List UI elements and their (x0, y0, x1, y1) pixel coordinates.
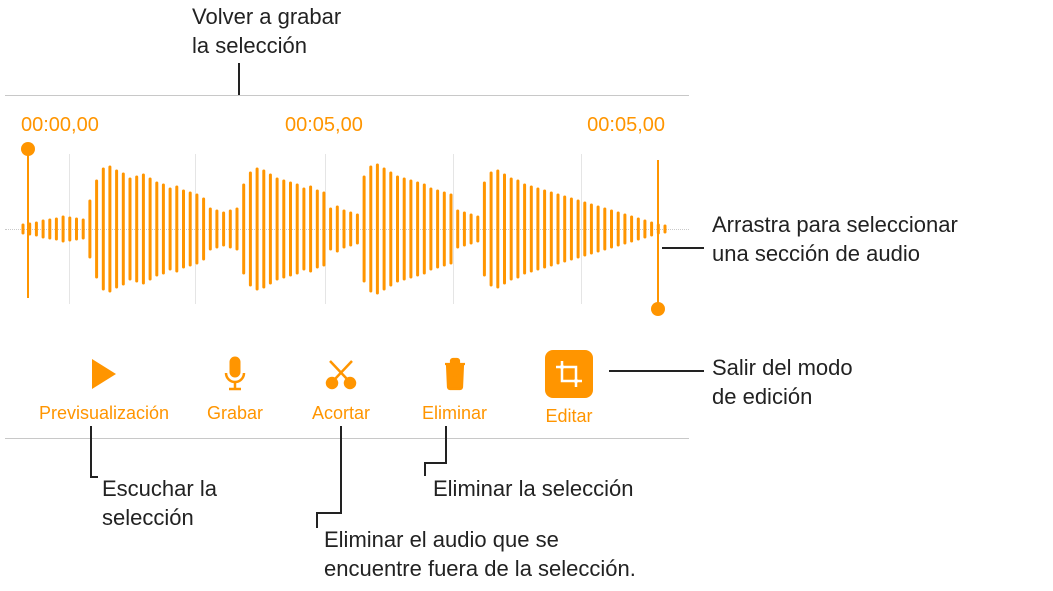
timecode-start: 00:00,00 (21, 114, 99, 137)
trim-label: Acortar (312, 403, 370, 424)
selection-start-dot[interactable] (21, 142, 35, 156)
timecode-row: 00:00,00 00:05,00 00:05,00 (5, 114, 689, 142)
callout-trim-outside: Eliminar el audio que se encuentre fuera… (324, 526, 636, 583)
diagram-canvas: Volver a grabar la selección 00:00,00 00… (0, 0, 1053, 591)
callout-listen: Escuchar la selección (102, 475, 217, 532)
timecode-mid: 00:05,00 (285, 114, 363, 137)
delete-button[interactable]: Eliminar (395, 353, 514, 424)
callout-drag: Arrastra para seleccionar una sección de… (712, 211, 958, 268)
callout-line (445, 426, 447, 462)
callout-delete-sel: Eliminar la selección (433, 475, 634, 504)
selection-start-handle[interactable] (27, 148, 29, 298)
callout-line (609, 370, 704, 372)
trim-button[interactable]: Acortar (287, 353, 395, 424)
edit-button[interactable]: Editar (514, 350, 624, 427)
selection-end-dot[interactable] (651, 302, 665, 316)
callout-line (662, 247, 704, 249)
callout-line (90, 476, 98, 478)
callout-line (424, 462, 426, 476)
edit-toolbar: Previsualización Grabar (5, 338, 689, 438)
record-button[interactable]: Grabar (183, 353, 287, 424)
selection-end-handle[interactable] (657, 160, 659, 310)
mic-icon (214, 353, 256, 395)
preview-button[interactable]: Previsualización (25, 353, 183, 424)
audio-editor-panel: 00:00,00 00:05,00 00:05,00 (5, 95, 689, 439)
crop-icon (545, 350, 593, 398)
callout-line (316, 512, 318, 528)
record-label: Grabar (207, 403, 263, 424)
play-icon (83, 353, 125, 395)
waveform (5, 154, 689, 304)
waveform-area[interactable] (5, 154, 689, 304)
callout-line (316, 512, 342, 514)
callout-rerecord: Volver a grabar la selección (192, 3, 341, 60)
callout-line (424, 462, 447, 464)
scissors-icon (320, 353, 362, 395)
callout-line (90, 426, 92, 476)
callout-exit-edit: Salir del modo de edición (712, 354, 853, 411)
trash-icon (434, 353, 476, 395)
callout-line (340, 426, 342, 512)
timecode-end: 00:05,00 (587, 114, 665, 137)
preview-label: Previsualización (39, 403, 169, 424)
delete-label: Eliminar (422, 403, 487, 424)
edit-label: Editar (545, 406, 592, 427)
